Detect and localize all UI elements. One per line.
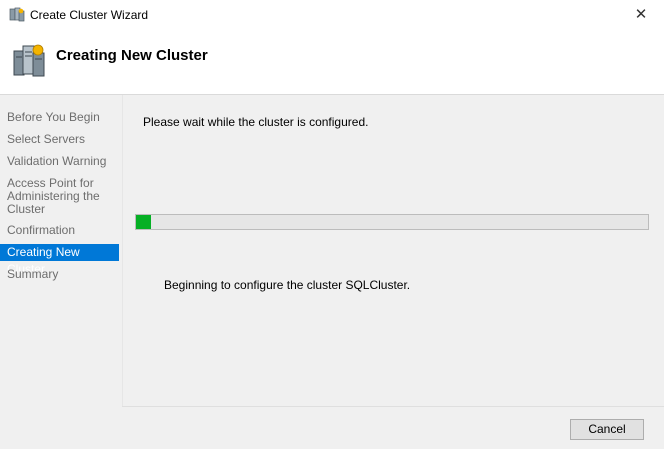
page-title: Creating New Cluster [56, 47, 208, 64]
main-content: Please wait while the cluster is configu… [122, 95, 664, 406]
sidebar-item-select-servers: Select Servers [7, 132, 86, 146]
sidebar-item-creating-new-cluster: Creating New Cluster [0, 244, 119, 276]
close-icon[interactable]: ✕ [618, 0, 664, 30]
cluster-app-icon [9, 7, 25, 22]
sidebar-item-before-you-begin: Before You Begin [7, 110, 100, 124]
sidebar-item-summary: Summary [7, 267, 59, 281]
status-text: Beginning to configure the cluster SQLCl… [164, 278, 411, 292]
title-bar: Create Cluster Wizard ✕ [0, 0, 664, 30]
sidebar-item-access-point: Access Point for Administering the Clust… [7, 176, 100, 216]
wizard-footer: Cancel [122, 406, 664, 449]
cluster-servers-icon [13, 44, 45, 77]
window-title: Create Cluster Wizard [30, 8, 149, 22]
progress-bar-fill [136, 215, 152, 229]
wait-message: Please wait while the cluster is configu… [143, 115, 369, 129]
wizard-header: Creating New Cluster [0, 30, 664, 95]
wizard-steps-sidebar: Before You Begin Select Servers Validati… [0, 95, 121, 448]
sidebar-item-validation-warning: Validation Warning [7, 154, 107, 168]
progress-bar [135, 214, 649, 230]
sidebar-item-confirmation: Confirmation [7, 223, 76, 237]
cancel-button[interactable]: Cancel [570, 419, 644, 440]
